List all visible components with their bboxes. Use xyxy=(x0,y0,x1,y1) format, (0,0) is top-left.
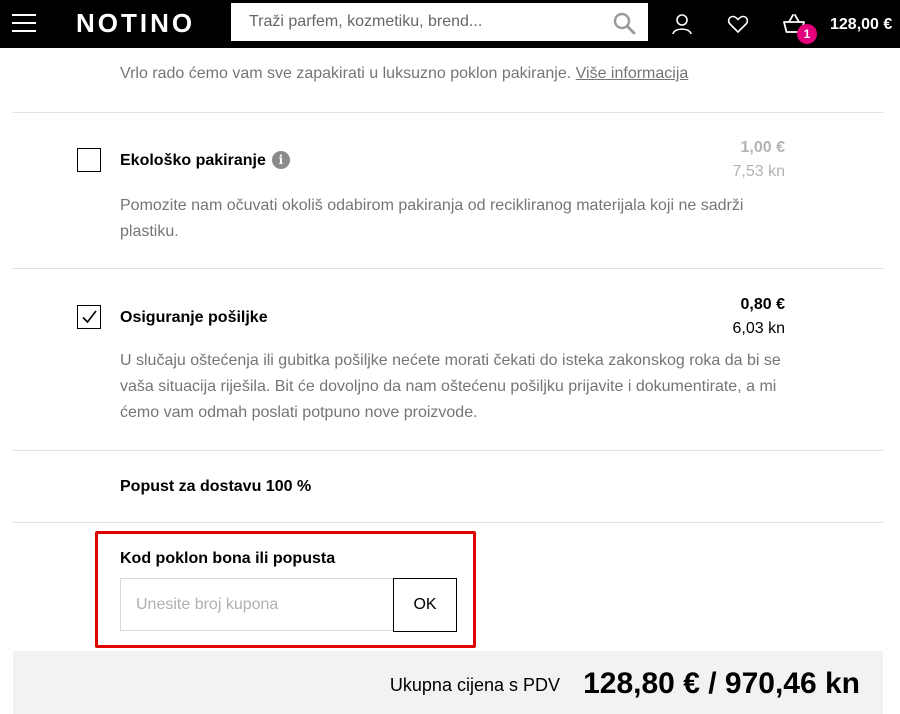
cart-count-badge: 1 xyxy=(797,24,817,44)
total-price-value: 128,80 € / 970,46 kn xyxy=(583,667,860,700)
heart-icon[interactable] xyxy=(726,12,750,36)
divider xyxy=(13,522,883,523)
shipment-insurance-title: Osiguranje pošiljke xyxy=(120,309,268,326)
cart-total-price[interactable]: 128,00 € xyxy=(830,15,892,35)
more-info-link[interactable]: Više informacija xyxy=(576,65,689,82)
divider xyxy=(13,112,883,113)
shipment-insurance-price-eur: 0,80 € xyxy=(740,296,785,313)
menu-icon[interactable] xyxy=(12,14,36,34)
shipment-insurance-description: U slučaju oštećenja ili gubitka pošiljke… xyxy=(120,352,781,421)
eco-packaging-description: Pomozite nam očuvati okoliš odabirom pak… xyxy=(120,197,744,240)
top-navigation-bar: NOTINO 1 128,00 € xyxy=(0,0,900,48)
eco-packaging-price-eur: 1,00 € xyxy=(740,139,785,156)
search-icon[interactable] xyxy=(612,11,636,35)
search-box xyxy=(231,3,648,41)
shipment-insurance-checkbox[interactable] xyxy=(77,305,101,329)
coupon-code-input[interactable] xyxy=(120,578,395,631)
shipment-insurance-price-kn: 6,03 kn xyxy=(732,320,785,337)
shipping-discount-label: Popust za dostavu 100 % xyxy=(120,478,312,495)
user-icon[interactable] xyxy=(670,12,694,36)
gift-wrap-text: Vrlo rado ćemo vam sve zapakirati u luks… xyxy=(120,65,572,82)
info-icon[interactable]: i xyxy=(271,151,290,169)
eco-packaging-price-kn: 7,53 kn xyxy=(732,163,785,180)
eco-packaging-price: 1,00 € 7,53 kn xyxy=(733,136,785,184)
eco-packaging-title: Ekološko pakiranje i xyxy=(120,151,290,171)
total-price-label: Ukupna cijena s PDV xyxy=(389,675,560,695)
divider xyxy=(13,268,883,269)
coupon-ok-button[interactable]: OK xyxy=(393,578,457,632)
divider xyxy=(13,450,883,451)
notino-logo[interactable]: NOTINO xyxy=(76,8,195,38)
eco-packaging-checkbox[interactable] xyxy=(77,148,101,172)
shipment-insurance-price: 0,80 € 6,03 kn xyxy=(733,293,785,341)
eco-packaging-label: Ekološko pakiranje xyxy=(120,152,266,169)
coupon-title: Kod poklon bona ili popusta xyxy=(120,550,336,567)
checkmark-icon xyxy=(82,310,97,324)
search-input[interactable] xyxy=(231,3,601,41)
gift-wrap-description: Vrlo rado ćemo vam sve zapakirati u luks… xyxy=(120,61,790,87)
